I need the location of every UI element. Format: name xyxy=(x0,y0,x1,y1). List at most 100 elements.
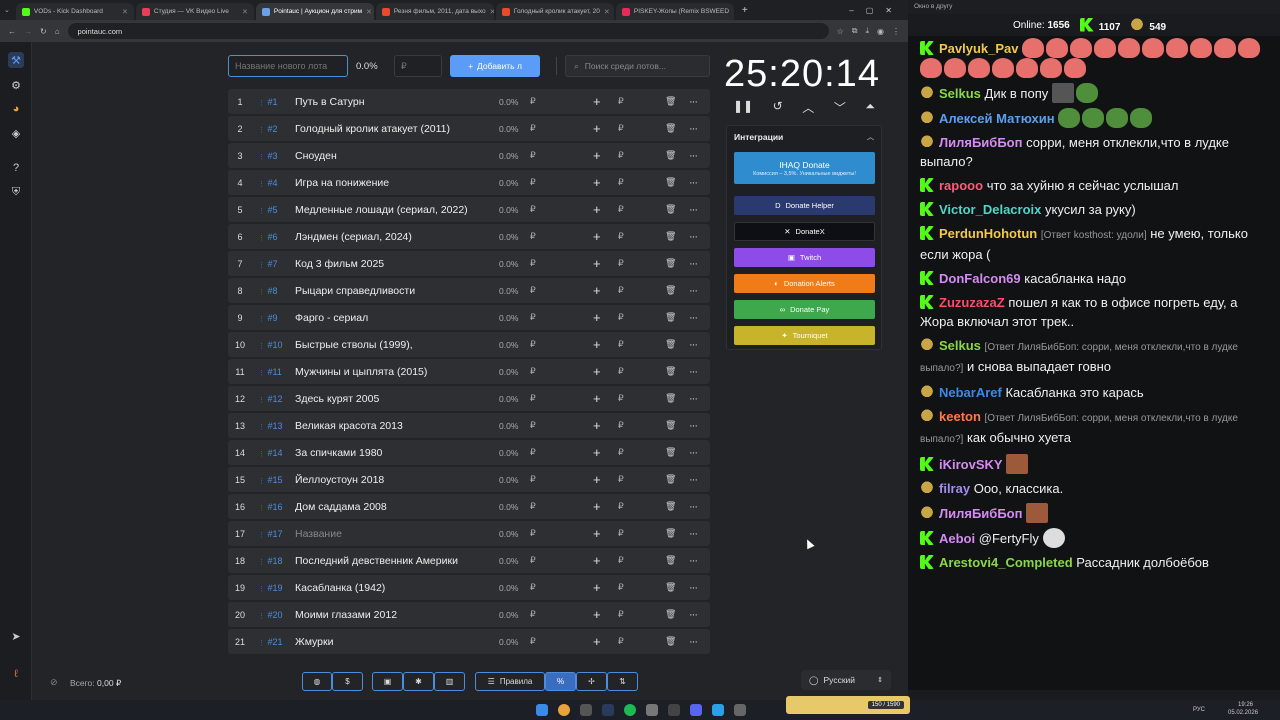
lot-name[interactable]: Дом саддама 2008 xyxy=(295,501,500,513)
add-amount-icon[interactable]: + xyxy=(593,337,601,352)
home-icon[interactable]: ⌂ xyxy=(55,27,60,36)
delete-lot-icon[interactable]: 🗑 xyxy=(665,447,676,458)
integration-button[interactable]: ▣ Twitch xyxy=(734,248,875,267)
add-amount-icon[interactable]: + xyxy=(593,229,601,244)
chat-username[interactable]: ЛиляБибБоп xyxy=(939,135,1022,150)
chat-username[interactable]: Arestovi4_Completed xyxy=(939,555,1073,570)
more-options-icon[interactable]: ··· xyxy=(689,609,698,621)
add-amount-icon[interactable]: + xyxy=(593,283,601,298)
help-icon[interactable]: ? xyxy=(8,160,24,176)
amount-input[interactable]: ₽ xyxy=(618,96,624,107)
browser-tab[interactable]: Резня фильм, 2011, дата выхо ✕ xyxy=(375,3,494,20)
clear-button[interactable]: ▥ xyxy=(434,672,465,691)
amount-input[interactable]: ₽ xyxy=(618,420,624,431)
browser-tab[interactable]: Pointauc | Аукцион для стрим ✕ xyxy=(255,3,374,20)
add-amount-icon[interactable]: + xyxy=(593,364,601,379)
delete-lot-icon[interactable]: 🗑 xyxy=(665,366,676,377)
extensions-icon[interactable]: ⧉ xyxy=(852,26,858,36)
more-options-icon[interactable]: ··· xyxy=(689,420,698,432)
delete-lot-icon[interactable]: 🗑 xyxy=(665,555,676,566)
drag-handle-icon[interactable]: ⋮ xyxy=(258,640,265,647)
spotify-icon[interactable] xyxy=(624,704,636,716)
chat-username[interactable]: Victor_Delacroix xyxy=(939,202,1041,217)
browser-tab[interactable]: Студия — VK Видео Live ✕ xyxy=(135,3,254,20)
drag-handle-icon[interactable]: ⋮ xyxy=(258,478,265,485)
lot-name[interactable]: Рыцари справедливости xyxy=(295,285,500,297)
github-button[interactable]: ◍ xyxy=(302,672,332,691)
more-options-icon[interactable]: ··· xyxy=(689,204,698,216)
more-options-icon[interactable]: ··· xyxy=(689,96,698,108)
chat-username[interactable]: Алексей Матюхин xyxy=(939,111,1055,126)
chat-username[interactable]: Selkus xyxy=(939,86,981,101)
chat-username[interactable]: PerdunHohotun xyxy=(939,226,1037,241)
lot-name[interactable]: Великая красота 2013 xyxy=(295,420,500,432)
integration-button[interactable]: ✕ DonateX xyxy=(734,222,875,241)
delete-lot-icon[interactable]: 🗑 xyxy=(665,285,676,296)
amount-input[interactable]: ₽ xyxy=(618,501,624,512)
more-options-icon[interactable]: ··· xyxy=(689,150,698,162)
chat-username[interactable]: Selkus xyxy=(939,338,981,353)
amount-input[interactable]: ₽ xyxy=(618,582,624,593)
lot-name[interactable]: Здесь курят 2005 xyxy=(295,393,500,405)
chat-username[interactable]: ЛиляБибБоп xyxy=(939,506,1022,521)
bug-button[interactable]: ✱ xyxy=(403,672,434,691)
bookmark-star-icon[interactable]: ☆ xyxy=(837,27,844,36)
window-controls[interactable]: –▢✕ xyxy=(849,6,908,15)
pause-icon[interactable]: ❚❚ xyxy=(733,99,753,116)
discord-icon[interactable] xyxy=(690,704,702,716)
lot-name[interactable]: Касабланка (1942) xyxy=(295,582,500,594)
delete-lot-icon[interactable]: 🗑 xyxy=(665,636,676,647)
forward-icon[interactable]: → xyxy=(24,27,32,36)
more-options-icon[interactable]: ··· xyxy=(689,555,698,567)
tab-menu-icon[interactable]: ⌄ xyxy=(4,6,10,14)
amount-input[interactable]: ₽ xyxy=(618,231,624,242)
new-tab-button[interactable]: + xyxy=(742,5,748,16)
reload-icon[interactable]: ↻ xyxy=(40,27,47,36)
drag-handle-icon[interactable]: ⋮ xyxy=(258,181,265,188)
double-up-icon[interactable]: ⏶ xyxy=(865,99,875,116)
amount-input[interactable]: ₽ xyxy=(618,258,624,269)
new-lot-amount-input[interactable] xyxy=(394,55,442,77)
add-amount-icon[interactable]: + xyxy=(593,445,601,460)
amount-input[interactable]: ₽ xyxy=(618,339,624,350)
delete-lot-icon[interactable]: 🗑 xyxy=(665,501,676,512)
browser-menu-icon[interactable]: ⋮ xyxy=(892,27,900,36)
drag-handle-icon[interactable]: ⋮ xyxy=(258,613,265,620)
lot-name[interactable]: Мужчины и цыплята (2015) xyxy=(295,366,500,378)
lot-name[interactable]: Быстрые стволы (1999), xyxy=(295,339,500,351)
new-lot-name-input[interactable] xyxy=(228,55,348,77)
lot-name[interactable]: Путь в Сатурн xyxy=(295,96,500,108)
app3-icon[interactable] xyxy=(734,704,746,716)
delete-lot-icon[interactable]: 🗑 xyxy=(665,582,676,593)
ihaq-donate-button[interactable]: IHAQ Donate Комиссия – 3,5%. Уникальные … xyxy=(734,152,875,184)
amount-input[interactable]: ₽ xyxy=(618,312,624,323)
app2-icon[interactable] xyxy=(668,704,680,716)
start-icon[interactable] xyxy=(536,704,548,716)
amount-input[interactable]: ₽ xyxy=(618,636,624,647)
brand-logo-icon[interactable]: ℓ xyxy=(8,666,24,682)
add-amount-icon[interactable]: + xyxy=(593,256,601,271)
tab-close-icon[interactable]: ✕ xyxy=(733,8,734,16)
sort-button[interactable]: ⇅ xyxy=(607,672,638,691)
tab-close-icon[interactable]: ✕ xyxy=(242,8,248,16)
more-options-icon[interactable]: ··· xyxy=(689,258,698,270)
split-button[interactable]: ✢ xyxy=(576,672,607,691)
lot-name[interactable]: Игра на понижение xyxy=(295,177,500,189)
delete-lot-icon[interactable]: 🗑 xyxy=(665,150,676,161)
drag-handle-icon[interactable]: ⋮ xyxy=(258,343,265,350)
drag-handle-icon[interactable]: ⋮ xyxy=(258,100,265,107)
amount-input[interactable]: ₽ xyxy=(618,123,624,134)
add-amount-icon[interactable]: + xyxy=(593,634,601,649)
drag-handle-icon[interactable]: ⋮ xyxy=(258,586,265,593)
drag-handle-icon[interactable]: ⋮ xyxy=(258,235,265,242)
more-options-icon[interactable]: ··· xyxy=(689,312,698,324)
chat-username[interactable]: filray xyxy=(939,481,970,496)
more-options-icon[interactable]: ··· xyxy=(689,582,698,594)
delete-lot-icon[interactable]: 🗑 xyxy=(665,204,676,215)
settings-gear-icon[interactable]: ⚙ xyxy=(8,77,24,93)
amount-input[interactable]: ₽ xyxy=(618,609,624,620)
add-amount-icon[interactable]: + xyxy=(593,553,601,568)
amount-input[interactable]: ₽ xyxy=(618,285,624,296)
add-amount-icon[interactable]: + xyxy=(593,499,601,514)
add-amount-icon[interactable]: + xyxy=(593,580,601,595)
